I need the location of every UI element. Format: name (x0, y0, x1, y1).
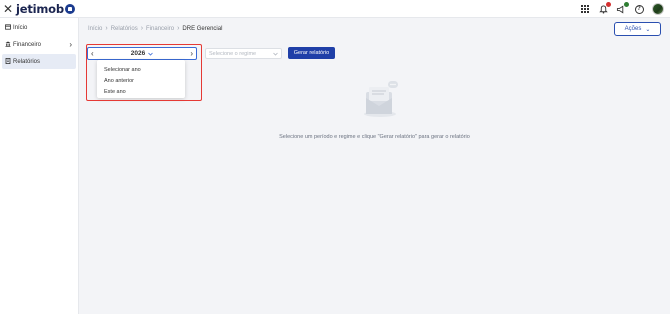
chevron-right-icon: › (177, 25, 180, 32)
breadcrumb-item-financeiro[interactable]: Financeiro (146, 26, 174, 32)
actions-label: Ações (624, 26, 642, 32)
close-icon[interactable]: ✕ (3, 3, 13, 15)
chevron-right-icon: › (105, 25, 108, 32)
year-selector[interactable]: ‹ 2026 › (87, 47, 197, 60)
breadcrumb-item-inicio[interactable]: Início (88, 26, 102, 32)
chevron-right-icon: › (69, 40, 72, 49)
chevron-down-icon (148, 52, 154, 56)
previous-year-button[interactable]: ‹ (91, 49, 94, 58)
dropdown-option-select-year[interactable]: Selecionar ano (97, 64, 185, 75)
breadcrumb: Início › Relatórios › Financeiro › DRE G… (88, 25, 222, 32)
generate-report-button[interactable]: Gerar relatório (288, 47, 335, 59)
sidebar-item-label: Financeiro (13, 41, 42, 48)
document-icon (5, 58, 11, 64)
year-value: 2026 (130, 50, 146, 57)
empty-state-message: Selecione um período e regime e clique "… (279, 134, 470, 140)
sidebar-item-financeiro[interactable]: Financeiro › (2, 37, 76, 52)
announcement-badge (624, 2, 629, 7)
sidebar-item-label: Relatórios (13, 58, 41, 65)
regime-placeholder: Selecione o regime (209, 50, 257, 57)
app-logo[interactable]: jetimob (16, 2, 75, 16)
dropdown-option-previous-year[interactable]: Ano anterior (97, 75, 185, 86)
help-icon[interactable]: ? (634, 4, 644, 14)
notification-badge (606, 2, 611, 7)
avatar[interactable] (652, 3, 664, 15)
chevron-down-icon (273, 52, 278, 56)
top-bar: ✕ jetimob ? (0, 0, 670, 18)
sidebar-item-relatorios[interactable]: Relatórios (2, 54, 76, 69)
empty-state-illustration (364, 81, 398, 117)
dropdown-option-this-year[interactable]: Este ano (97, 86, 185, 97)
top-icons: ? (580, 2, 664, 15)
breadcrumb-current: DRE Gerencial (182, 25, 223, 32)
chevron-right-icon: › (140, 25, 144, 32)
breadcrumb-item-relatorios[interactable]: Relatórios (111, 26, 138, 32)
year-dropdown-toggle[interactable]: 2026 (130, 50, 154, 57)
chevron-down-icon: ⌄ (645, 26, 651, 33)
actions-button[interactable]: Ações ⌄ (614, 22, 661, 36)
sidebar-item-label: Início (13, 24, 28, 31)
next-year-button[interactable]: › (190, 49, 193, 58)
logo-text: jetimob (16, 2, 64, 16)
sidebar-item-inicio[interactable]: Início (2, 20, 76, 35)
regime-select[interactable]: Selecione o regime (205, 48, 282, 59)
logo-house-icon (64, 4, 75, 14)
sidebar: Início Financeiro › Relatórios (0, 18, 79, 314)
year-dropdown-menu: Selecionar ano Ano anterior Este ano (97, 60, 185, 98)
bank-icon (5, 41, 11, 47)
notifications-icon[interactable] (598, 2, 611, 14)
announcements-icon[interactable] (616, 2, 629, 14)
main-content: Início › Relatórios › Financeiro › DRE G… (79, 18, 670, 314)
home-icon (5, 24, 11, 30)
apps-grid-icon[interactable] (580, 4, 590, 14)
